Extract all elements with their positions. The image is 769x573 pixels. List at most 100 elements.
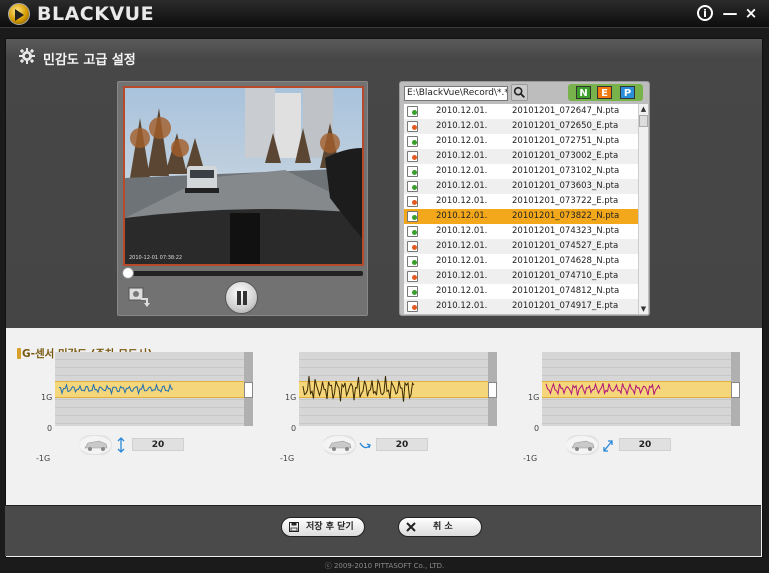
video-frame[interactable]: 2010-12-01 07:38:22 <box>123 86 364 266</box>
event-file-icon <box>407 196 418 207</box>
file-row[interactable]: 2010.12.01. 20101201_074917_E.pta <box>404 299 638 314</box>
file-row[interactable]: 2010.12.01. 20101201_074812_N.pta <box>404 284 638 299</box>
axis-label-top: 1G <box>285 393 297 402</box>
save-label: 저장 후 닫기 <box>306 522 354 532</box>
diagonal-axis-icon <box>603 440 613 452</box>
svg-text:2010-12-01 07:38:22: 2010-12-01 07:38:22 <box>129 255 182 261</box>
info-button[interactable]: i <box>697 5 713 21</box>
sensitivity-slider-thumb[interactable] <box>244 382 253 398</box>
minimize-button[interactable]: — <box>721 4 739 22</box>
event-file-icon <box>407 271 418 282</box>
pause-button[interactable] <box>225 281 258 314</box>
car-icon <box>566 435 599 455</box>
file-name: 20101201_072650_E.pta <box>512 121 619 131</box>
file-date: 2010.12.01. <box>436 136 488 146</box>
filter-parking-button[interactable]: P <box>620 86 635 99</box>
normal-file-icon <box>407 211 418 222</box>
horizontal-axis-icon <box>359 442 371 449</box>
dashcam-video-image: 2010-12-01 07:38:22 <box>125 88 362 264</box>
normal-file-icon <box>407 286 418 297</box>
file-row[interactable]: 2010.12.01. 20101201_073603_N.pta <box>404 179 638 194</box>
app-title: BLACKVUE <box>37 3 155 25</box>
axis-label-mid: 0 <box>291 424 297 433</box>
file-date: 2010.12.01. <box>436 151 488 161</box>
car-icon <box>323 435 356 455</box>
sensitivity-slider-thumb[interactable] <box>488 382 497 398</box>
file-name: 20101201_074323_N.pta <box>512 226 620 236</box>
filter-normal-button[interactable]: N <box>576 86 591 99</box>
event-file-icon <box>407 121 418 132</box>
normal-file-icon <box>407 226 418 237</box>
save-and-close-button[interactable]: 저장 후 닫기 <box>281 517 365 537</box>
seek-thumb[interactable] <box>122 267 134 279</box>
scroll-down-icon[interactable]: ▼ <box>639 304 648 314</box>
file-date: 2010.12.01. <box>436 286 488 296</box>
close-button[interactable]: × <box>742 4 760 22</box>
file-row[interactable]: 2010.12.01. 20101201_073102_N.pta <box>404 164 638 179</box>
file-date: 2010.12.01. <box>436 226 488 236</box>
sensitivity-value[interactable]: 20 <box>376 438 428 451</box>
file-name: 20101201_074917_E.pta <box>512 301 619 311</box>
sensitivity-control-diagonal: 20 <box>566 434 674 456</box>
file-row[interactable]: 2010.12.01. 20101201_074710_E.pta <box>404 269 638 284</box>
snapshot-icon[interactable] <box>127 285 151 307</box>
file-row[interactable]: 2010.12.01. 20101201_074527_E.pta <box>404 239 638 254</box>
file-name: 20101201_073822_N.pta <box>512 211 620 221</box>
file-row[interactable]: 2010.12.01. 20101201_073002_E.pta <box>404 149 638 164</box>
scroll-thumb[interactable] <box>639 115 648 127</box>
seek-bar[interactable] <box>126 271 363 276</box>
normal-file-icon <box>407 256 418 267</box>
file-name: 20101201_072647_N.pta <box>512 106 620 116</box>
file-name: 20101201_073002_E.pta <box>512 151 619 161</box>
file-row[interactable]: 2010.12.01. 20101201_073722_E.pta <box>404 194 638 209</box>
sensitivity-value[interactable]: 20 <box>619 438 671 451</box>
preview-area: 민감도 고급 설정 2010-12-01 07:38:22 E:\BlackVu… <box>6 39 762 328</box>
settings-panel: 민감도 고급 설정 2010-12-01 07:38:22 E:\BlackVu… <box>5 38 763 558</box>
file-name: 20101201_074710_E.pta <box>512 271 619 281</box>
scroll-up-icon[interactable]: ▲ <box>639 104 648 114</box>
file-row[interactable]: 2010.12.01. 20101201_074628_N.pta <box>404 254 638 269</box>
file-date: 2010.12.01. <box>436 301 488 311</box>
filter-group: N E P <box>568 84 643 101</box>
path-input[interactable]: E:\BlackVue\Record\*.* <box>404 86 508 101</box>
sensitivity-control-horizontal: 20 <box>323 434 431 456</box>
sensitivity-control-vertical: 20 <box>79 434 187 456</box>
gsensor-waveform <box>302 375 415 402</box>
sensitivity-slider-thumb[interactable] <box>731 382 740 398</box>
file-date: 2010.12.01. <box>436 271 488 281</box>
file-name: 20101201_074628_N.pta <box>512 256 620 266</box>
gsensor-waveform <box>545 382 661 396</box>
file-row[interactable]: 2010.12.01. 20101201_074323_N.pta <box>404 224 638 239</box>
file-list-scrollbar[interactable]: ▲ ▼ <box>638 104 648 314</box>
search-icon[interactable] <box>511 84 528 101</box>
blackvue-logo-icon <box>8 3 30 25</box>
axis-label-bottom: -1G <box>523 454 538 463</box>
gsensor-graph-diagonal <box>542 352 740 426</box>
filter-event-button[interactable]: E <box>597 86 612 99</box>
car-icon <box>79 435 112 455</box>
normal-file-icon <box>407 181 418 192</box>
axis-label-mid: 0 <box>47 424 53 433</box>
file-date: 2010.12.01. <box>436 121 488 131</box>
file-row[interactable]: 2010.12.01. 20101201_073822_N.pta <box>404 209 638 224</box>
cancel-label: 취 소 <box>433 522 453 532</box>
file-name: 20101201_073722_E.pta <box>512 196 619 206</box>
cancel-button[interactable]: 취 소 <box>398 517 482 537</box>
vertical-axis-icon <box>117 437 125 453</box>
action-bar: 저장 후 닫기 취 소 <box>5 505 761 556</box>
close-icon <box>406 522 416 532</box>
title-bar: BLACKVUE i — × <box>0 0 769 28</box>
file-date: 2010.12.01. <box>436 166 488 176</box>
gsensor-waveform <box>58 382 174 396</box>
file-row[interactable]: 2010.12.01. 20101201_072647_N.pta <box>404 104 638 119</box>
gear-icon <box>19 48 35 64</box>
file-row[interactable]: 2010.12.01. 20101201_072751_N.pta <box>404 134 638 149</box>
video-player: 2010-12-01 07:38:22 <box>117 81 368 316</box>
file-row[interactable]: 2010.12.01. 20101201_072650_E.pta <box>404 119 638 134</box>
file-date: 2010.12.01. <box>436 241 488 251</box>
file-name: 20101201_074527_E.pta <box>512 241 619 251</box>
sensitivity-value[interactable]: 20 <box>132 438 184 451</box>
gsensor-graph-vertical <box>55 352 253 426</box>
file-date: 2010.12.01. <box>436 211 488 221</box>
normal-file-icon <box>407 136 418 147</box>
